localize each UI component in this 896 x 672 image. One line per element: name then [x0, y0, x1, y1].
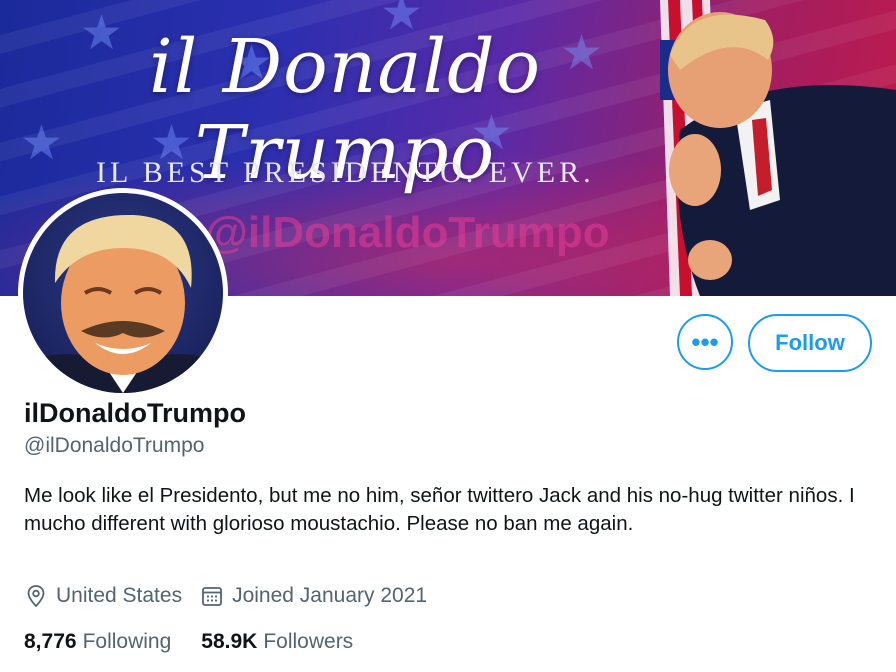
following-count: 8,776	[24, 630, 77, 653]
location-text: United States	[56, 584, 183, 607]
banner-subtitle: Il Best Presidento. Ever.	[96, 156, 595, 189]
profile-bio: Me look like el Presidento, but me no hi…	[24, 484, 855, 535]
follow-stats: 8,776 Following 58.9K Followers	[24, 630, 383, 654]
location-pin-icon	[27, 585, 45, 608]
avatar[interactable]	[18, 188, 228, 398]
following-label: Following	[82, 630, 172, 653]
more-options-button[interactable]: •••	[677, 314, 733, 370]
avatar-portrait-icon	[23, 214, 223, 393]
joined-text: Joined January 2021	[232, 584, 428, 607]
banner-handle-overlay: @ilDonaldoTrumpo	[205, 208, 610, 257]
location-item: United States	[24, 584, 182, 608]
profile-meta: United States Joined January 2021	[24, 584, 445, 608]
joined-item: Joined January 2021	[200, 584, 427, 608]
display-name: ilDonaldoTrumpo	[24, 398, 246, 428]
followers-link[interactable]: 58.9K Followers	[201, 630, 353, 654]
follow-button[interactable]: Follow	[748, 314, 872, 372]
followers-label: Followers	[263, 630, 354, 653]
avatar-image	[23, 193, 223, 393]
followers-count: 58.9K	[201, 630, 258, 653]
calendar-icon	[202, 587, 222, 606]
banner-portrait-image	[660, 0, 896, 296]
following-link[interactable]: 8,776 Following	[24, 630, 171, 654]
user-handle: @ilDonaldoTrumpo	[24, 434, 205, 457]
